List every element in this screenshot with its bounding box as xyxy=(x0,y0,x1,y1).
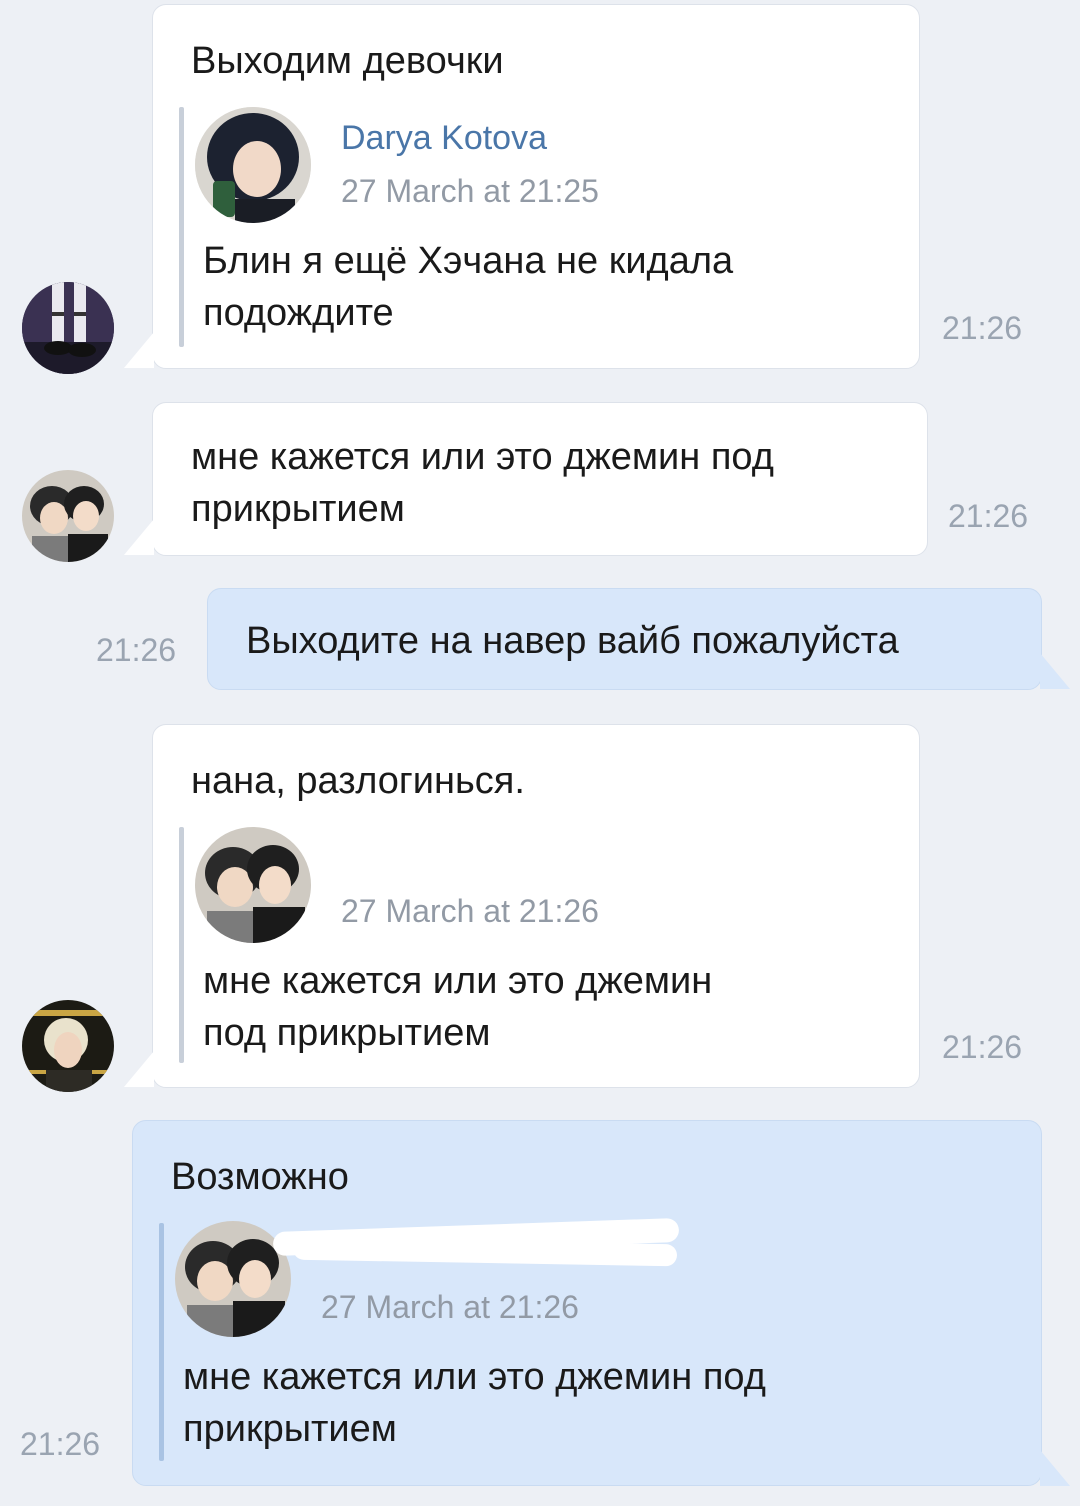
quote-bar xyxy=(179,827,184,1063)
message-bubble[interactable]: Выходите на навер вайб пожалуйста xyxy=(207,588,1042,690)
quote-bar xyxy=(179,107,184,347)
message-time: 21:26 xyxy=(942,1029,1023,1065)
quote-avatar-icon xyxy=(195,107,311,223)
message-bubble[interactable]: мне кажется или это джемин под прикрытие… xyxy=(152,402,928,556)
quote-date: 27 March at 21:26 xyxy=(341,893,599,929)
quote-text: Блин я ещё Хэчана не кидала подождите xyxy=(203,240,734,334)
message-bubble[interactable]: нана, разлогинься. 27 March at 21:26 мне… xyxy=(152,724,920,1088)
message-bubble[interactable]: Выходим девочки Darya Kotova 27 March at… xyxy=(152,4,920,369)
message-text: нана, разлогинься. xyxy=(191,760,525,802)
sender-avatar-socks-icon[interactable] xyxy=(22,282,114,374)
quote-avatar-icon xyxy=(195,827,311,943)
message-time: 21:26 xyxy=(20,1426,101,1462)
message-text: мне кажется или это джемин под прикрытие… xyxy=(191,436,774,530)
bubble-tail xyxy=(124,519,154,555)
quote-bar xyxy=(159,1223,164,1461)
sender-avatar-blonde-icon[interactable] xyxy=(22,1000,114,1092)
bubble-tail xyxy=(1040,653,1070,689)
message-bubble[interactable]: Возможно 27 March at 21:26 мне кажется и… xyxy=(132,1120,1042,1486)
sender-avatar-anime-duo-icon[interactable] xyxy=(22,470,114,562)
bubble-tail xyxy=(124,1051,154,1087)
message-text: Возможно xyxy=(171,1156,349,1198)
quote-date: 27 March at 21:26 xyxy=(321,1289,579,1325)
quote-author-link[interactable]: Darya Kotova xyxy=(341,119,547,158)
quote-text: мне кажется или это джемин под прикрытие… xyxy=(203,960,713,1054)
quote-date: 27 March at 21:25 xyxy=(341,173,599,209)
message-time: 21:26 xyxy=(942,310,1023,346)
message-text: Выходим девочки xyxy=(191,40,504,82)
quote-text: мне кажется или это джемин под прикрытие… xyxy=(183,1356,766,1450)
bubble-tail xyxy=(1040,1450,1070,1486)
bubble-tail xyxy=(124,332,154,368)
message-time: 21:26 xyxy=(96,632,177,668)
message-text: Выходите на навер вайб пожалуйста xyxy=(246,620,899,662)
message-time: 21:26 xyxy=(948,498,1029,534)
